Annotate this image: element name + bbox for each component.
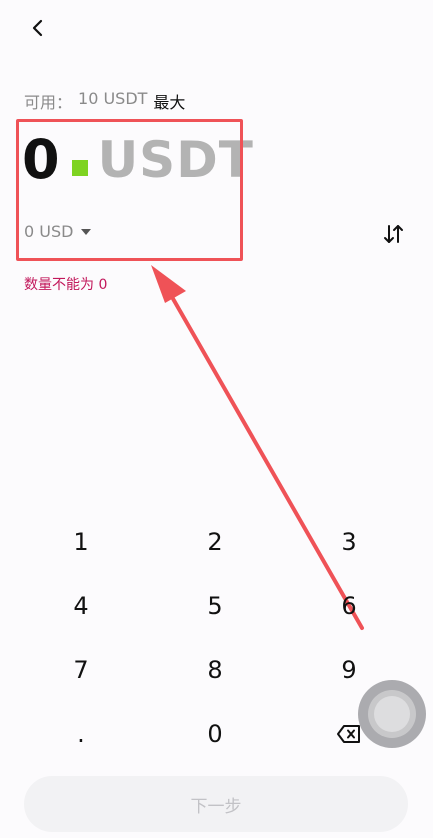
available-value: 10 USDT xyxy=(78,89,148,108)
assistive-touch-icon xyxy=(374,696,410,732)
key-decimal[interactable]: . xyxy=(14,702,148,766)
key-2[interactable]: 2 xyxy=(148,510,282,574)
key-0[interactable]: 0 xyxy=(148,702,282,766)
assistive-touch-button[interactable] xyxy=(358,680,426,748)
key-3[interactable]: 3 xyxy=(282,510,416,574)
key-6[interactable]: 6 xyxy=(282,574,416,638)
annotation-highlight-box xyxy=(16,119,243,261)
available-label: 可用： xyxy=(24,93,73,112)
back-button[interactable] xyxy=(24,14,52,42)
error-message: 数量不能为 0 xyxy=(24,277,108,293)
swap-button[interactable] xyxy=(381,221,407,247)
swap-arrows-icon xyxy=(384,225,403,243)
key-8[interactable]: 8 xyxy=(148,638,282,702)
key-7[interactable]: 7 xyxy=(14,638,148,702)
max-button[interactable]: 最大 xyxy=(153,89,185,113)
key-1[interactable]: 1 xyxy=(14,510,148,574)
key-4[interactable]: 4 xyxy=(14,574,148,638)
next-button[interactable]: 下一步 xyxy=(24,776,408,832)
key-5[interactable]: 5 xyxy=(148,574,282,638)
available-balance: 可用： 10 USDT 最大 xyxy=(24,89,185,113)
backspace-icon xyxy=(337,725,360,743)
numeric-keypad: 1 2 3 4 5 6 7 8 9 . 0 xyxy=(14,510,416,766)
chevron-left-icon xyxy=(32,19,43,37)
